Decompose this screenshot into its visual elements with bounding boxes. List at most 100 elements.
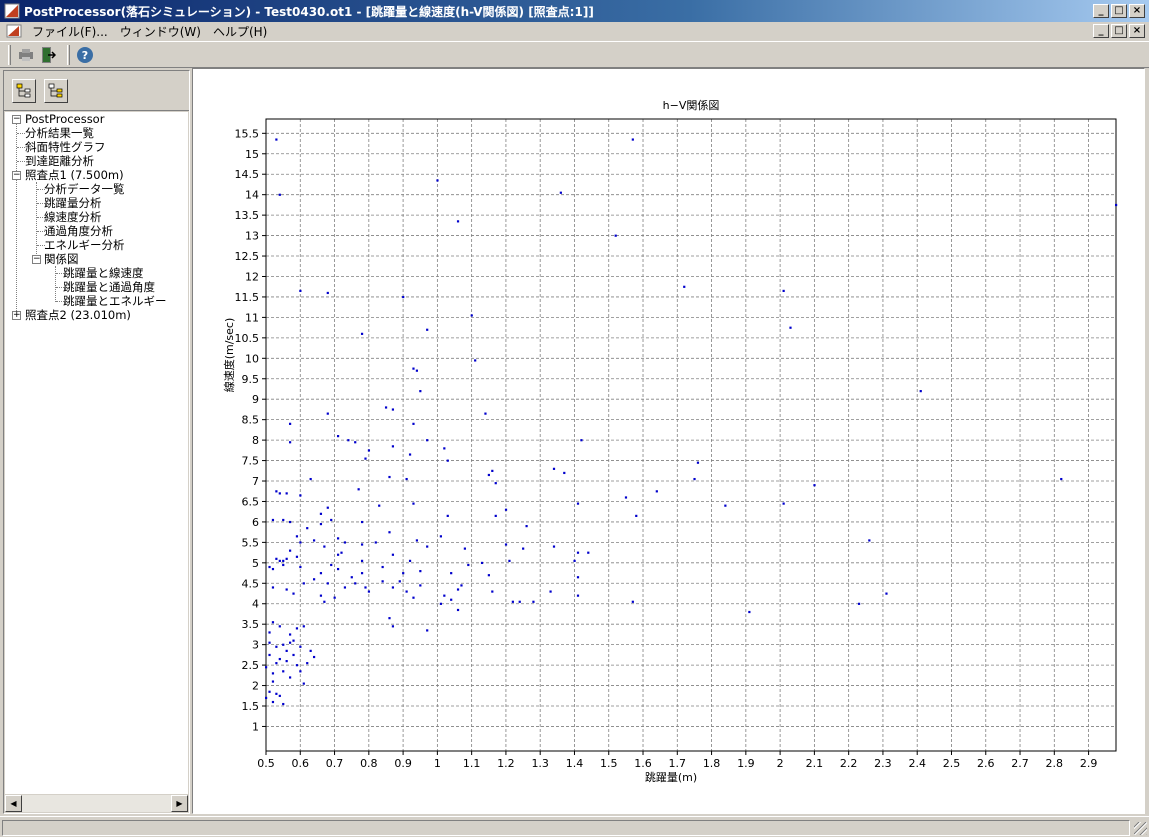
mdi-minimize-button[interactable]: _ (1093, 24, 1109, 38)
y-tick-label: 15 (245, 148, 259, 161)
data-point (265, 666, 268, 669)
tree-item-point2[interactable]: 照査点2 (23.010m) (25, 308, 131, 322)
data-point (302, 625, 305, 628)
x-tick-label: 1 (434, 757, 441, 770)
data-point (494, 482, 497, 485)
data-point (439, 602, 442, 605)
data-point (278, 625, 281, 628)
mdi-close-button[interactable]: × (1129, 24, 1145, 38)
y-tick-label: 1.5 (242, 700, 260, 713)
scroll-right-icon[interactable]: ▶ (171, 795, 188, 812)
exit-icon[interactable] (37, 44, 59, 66)
data-point (271, 672, 275, 675)
tree-item-reach-distance[interactable]: 到達距離分析 (25, 154, 94, 168)
data-point (412, 367, 415, 370)
data-point (271, 680, 275, 683)
tree-toggle-relations[interactable]: − (32, 255, 41, 264)
y-tick-label: 5 (252, 557, 259, 570)
y-axis-label: 線速度(m/sec) (222, 318, 236, 393)
data-point (456, 588, 460, 591)
document-icon[interactable] (6, 24, 22, 38)
status-bar (0, 816, 1149, 837)
collapse-tree-icon[interactable] (44, 78, 68, 103)
help-icon[interactable]: ? (74, 44, 96, 66)
data-point (306, 662, 309, 665)
data-point (319, 522, 323, 526)
data-point (412, 502, 415, 505)
tree-item-point1[interactable]: 照査点1 (7.500m) (25, 168, 124, 182)
tree-connector (55, 266, 56, 302)
data-point (333, 596, 336, 599)
data-point (1060, 477, 1063, 481)
data-point (285, 660, 288, 663)
menu-file[interactable]: ファイル(F)... (26, 23, 114, 40)
tree-toggle-root[interactable]: − (12, 115, 21, 124)
scroll-left-icon[interactable]: ◀ (5, 795, 22, 812)
data-point (576, 551, 580, 554)
data-point (364, 457, 367, 460)
tree-toggle-point2[interactable]: + (12, 311, 21, 320)
tree-item-analysis-list[interactable]: 分析結果一覧 (25, 126, 94, 140)
maximize-button[interactable]: □ (1111, 4, 1127, 18)
mdi-restore-button[interactable]: □ (1111, 24, 1127, 38)
data-point (525, 525, 528, 528)
tree-item-angle-analysis[interactable]: 通過角度分析 (44, 224, 113, 238)
tree-connector (17, 161, 25, 162)
x-tick-label: 0.6 (292, 757, 310, 770)
data-point (426, 439, 429, 442)
toolbar: ? (0, 41, 1149, 68)
y-tick-label: 4.5 (242, 577, 260, 590)
data-point (295, 535, 299, 538)
tree-connector (36, 182, 37, 258)
data-point (265, 696, 268, 700)
tree-item-relations[interactable]: 関係図 (44, 252, 79, 266)
minimize-button[interactable]: _ (1093, 4, 1109, 18)
data-point (576, 576, 580, 579)
tree-item-velocity-analysis[interactable]: 線速度分析 (44, 210, 102, 224)
x-tick-label: 1.5 (600, 757, 618, 770)
y-tick-label: 11.5 (235, 291, 260, 304)
tree-item-jump-velocity[interactable]: 跳躍量と線速度 (63, 266, 144, 280)
tree-root[interactable]: PostProcessor (25, 112, 104, 126)
data-point (446, 459, 449, 462)
data-point (450, 572, 453, 575)
tree-item-jump-energy[interactable]: 跳躍量とエネルギー (63, 294, 167, 308)
expand-tree-icon[interactable] (12, 78, 36, 103)
toolbar-grip[interactable] (8, 44, 11, 65)
data-point (504, 543, 508, 546)
data-point (319, 572, 323, 575)
tree-item-jump-analysis[interactable]: 跳躍量分析 (44, 196, 102, 210)
data-point (408, 559, 412, 562)
data-point (285, 557, 288, 560)
data-point (748, 610, 751, 614)
data-point (552, 545, 556, 548)
resize-grip-icon[interactable] (1134, 822, 1147, 835)
tree-item-slope-graph[interactable]: 斜面特性グラフ (25, 140, 106, 154)
scroll-track[interactable] (22, 795, 171, 812)
data-point (693, 477, 696, 481)
data-point (398, 580, 401, 583)
data-point (439, 535, 442, 538)
data-point (299, 494, 302, 497)
data-point (330, 518, 333, 522)
close-button[interactable]: × (1129, 4, 1145, 18)
data-point (391, 553, 395, 556)
print-icon[interactable] (15, 44, 37, 66)
tree-toggle-point1[interactable]: − (12, 171, 21, 180)
data-point (446, 514, 449, 517)
tree-view[interactable]: − PostProcessor 分析結果一覧 斜面特性グラフ 到達距離分析 − … (5, 112, 188, 794)
tree-horizontal-scrollbar[interactable]: ◀ ▶ (5, 795, 188, 812)
toolbar-grip-2[interactable] (67, 44, 70, 65)
data-point (484, 412, 487, 415)
data-point (614, 234, 617, 237)
data-point (552, 467, 556, 470)
navigation-panel: − PostProcessor 分析結果一覧 斜面特性グラフ 到達距離分析 − … (3, 70, 190, 814)
data-point (857, 602, 861, 605)
menu-help[interactable]: ヘルプ(H) (207, 23, 273, 40)
tree-item-data-list[interactable]: 分析データ一覧 (44, 182, 125, 196)
tree-item-jump-angle[interactable]: 跳躍量と通過角度 (63, 280, 155, 294)
data-point (813, 484, 816, 487)
tree-item-energy-analysis[interactable]: エネルギー分析 (44, 238, 125, 252)
data-point (789, 326, 792, 329)
menu-window[interactable]: ウィンドウ(W) (114, 23, 207, 40)
